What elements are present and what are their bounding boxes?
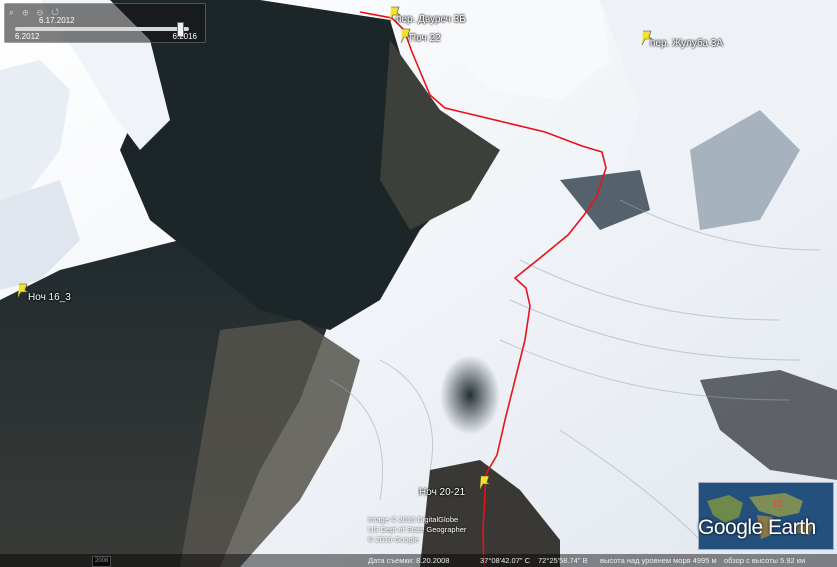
credit-line: Image © 2016 DigitalGlobe [368, 515, 459, 524]
status-latitude: 37°08'42.07" С [480, 556, 531, 565]
time-slider-start-date: 6.2012 [15, 32, 40, 41]
map-view[interactable]: пер. Двуреч 3Б Поч 22 пер. Жулуба 3А Ноч… [0, 0, 837, 567]
status-eye-altitude: обзор с высоты 5.92 км [724, 556, 806, 565]
time-slider-end-date: 6.2016 [172, 32, 197, 41]
marker-label-night-16[interactable]: Ноч 16_3 [28, 292, 71, 303]
imagery-credits: Image © 2016 DigitalGlobe US Dept of Sta… [368, 515, 466, 545]
time-slider-current-date: 6.17.2012 [39, 16, 75, 25]
marker-label-pass-dvurech[interactable]: пер. Двуреч 3Б [396, 14, 466, 25]
status-bar: Дата съемки: 8.20.2008 37°08'42.07" С 72… [0, 554, 837, 567]
marker-label-night-20-21[interactable]: Ноч 20-21 [419, 487, 465, 498]
pin-icon[interactable] [479, 475, 493, 491]
google-earth-logo: Google Earth [698, 516, 816, 539]
time-slider-track[interactable] [15, 27, 189, 31]
marker-label-camp-22[interactable]: Поч 22 [409, 33, 441, 44]
time-slider-panel[interactable]: ⌕ ⊕ ⊖ ↺ 6.17.2012 6.2012 6.2016 [4, 3, 206, 43]
status-longitude: 72°25'58.74" В [538, 556, 588, 565]
credit-line: © 2016 Google [368, 535, 419, 544]
status-elevation: высота над уровнем моря 4995 м [600, 556, 717, 565]
status-imagery-date: Дата съемки: 8.20.2008 [368, 556, 450, 565]
marker-label-pass-zhuluba[interactable]: пер. Жулуба 3А [650, 38, 723, 49]
credit-line: US Dept of State Geographer [368, 525, 467, 534]
